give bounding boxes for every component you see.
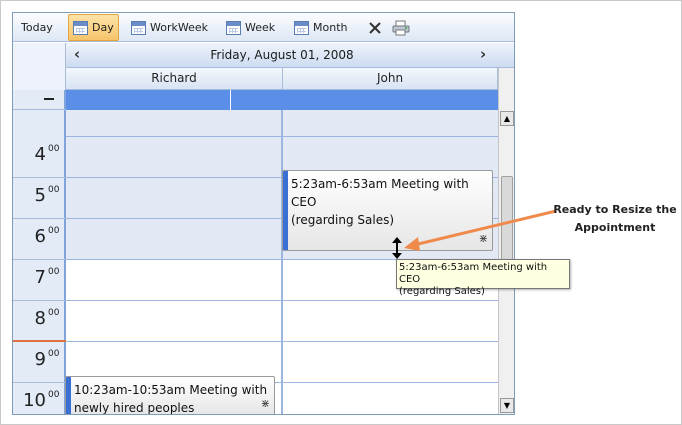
calendar-day-icon — [73, 20, 88, 35]
resource-john: John — [283, 68, 498, 90]
header-corner — [13, 43, 66, 90]
resource-header: Richard John — [66, 68, 514, 90]
hour-minutes: 00 — [48, 185, 60, 195]
resource-divider — [281, 110, 283, 414]
toolbar: Today Day WorkWeek Week Month — [13, 13, 514, 42]
workweek-view-label: WorkWeek — [150, 21, 208, 34]
close-icon — [369, 21, 381, 34]
hour-number: 7 — [34, 267, 46, 288]
hour-number: 5 — [34, 185, 46, 206]
workweek-view-button[interactable]: WorkWeek — [127, 14, 212, 41]
appointment-status-bar — [66, 377, 71, 414]
resource-richard: Richard — [66, 68, 283, 90]
hour-label: 6 00 — [13, 219, 66, 260]
hour-number: 6 — [34, 226, 46, 247]
printer-icon — [392, 20, 410, 35]
hour-number: 9 — [34, 349, 46, 370]
hour-label-3 — [13, 90, 66, 110]
hour-number: 4 — [34, 144, 46, 165]
appointment-tooltip: 5:23am-6:53am Meeting with CEO (regardin… — [396, 259, 570, 297]
hour-minutes: 00 — [48, 390, 60, 400]
recurrence-icon: ⋇ — [260, 397, 270, 410]
month-view-label: Month — [313, 21, 348, 34]
day-view-label: Day — [92, 21, 114, 34]
callout-label: Ready to Resize the Appointment — [553, 201, 677, 237]
tooltip-line-1: 5:23am-6:53am Meeting with CEO — [399, 262, 548, 285]
time-column: 4 00 5 00 6 00 7 00 8 00 9 00 10 00 — [13, 90, 66, 414]
hour-label: 4 00 — [13, 137, 66, 178]
next-day-button[interactable]: › — [480, 45, 486, 63]
hour-minutes: 00 — [48, 308, 60, 318]
hour-number: 8 — [34, 308, 46, 329]
day-view-button[interactable]: Day — [68, 14, 119, 41]
delete-button[interactable] — [363, 14, 387, 41]
hour-number: 10 — [23, 390, 46, 411]
print-button[interactable] — [388, 14, 414, 41]
current-time-marker — [13, 340, 66, 342]
hour-minutes: 00 — [48, 349, 60, 359]
callout-text: Ready to Resize the Appointment — [553, 203, 677, 234]
all-day-divider — [230, 90, 231, 110]
callout-arrow — [404, 209, 557, 251]
screenshot-frame: Today Day WorkWeek Week Month ‹ Friday, … — [0, 0, 682, 425]
current-date: Friday, August 01, 2008 — [210, 48, 354, 62]
calendar-month-icon — [294, 20, 309, 35]
hour-label: 7 00 — [13, 260, 66, 301]
scroll-up-button[interactable]: ▲ — [500, 111, 514, 126]
calendar-workweek-icon — [131, 20, 146, 35]
appointment-status-bar — [283, 171, 288, 250]
hour-minutes: 00 — [48, 144, 60, 154]
hour-label: 8 00 — [13, 301, 66, 342]
month-view-button[interactable]: Month — [290, 14, 351, 41]
hour-tick — [44, 98, 54, 100]
calendar-week-icon — [226, 20, 241, 35]
hour-minutes: 00 — [48, 267, 60, 277]
scroll-down-button[interactable]: ▼ — [500, 398, 514, 413]
appointment-text: 10:23am-10:53am Meeting with newly hired… — [74, 383, 268, 415]
week-view-label: Week — [245, 21, 276, 34]
hour-label: 5 00 — [13, 178, 66, 219]
tooltip-line-2: (regarding Sales) — [399, 286, 485, 297]
date-navigation: ‹ Friday, August 01, 2008 › — [66, 43, 514, 68]
all-day-row[interactable] — [66, 90, 498, 110]
appointment-richard-new-hires[interactable]: 10:23am-10:53am Meeting with newly hired… — [65, 376, 275, 415]
week-view-button[interactable]: Week — [222, 14, 279, 41]
hour-label: 9 00 — [13, 342, 66, 383]
today-label: Today — [21, 21, 53, 34]
today-button[interactable]: Today — [17, 14, 57, 41]
hour-minutes: 00 — [48, 226, 60, 236]
hour-label: 10 00 — [13, 383, 66, 414]
